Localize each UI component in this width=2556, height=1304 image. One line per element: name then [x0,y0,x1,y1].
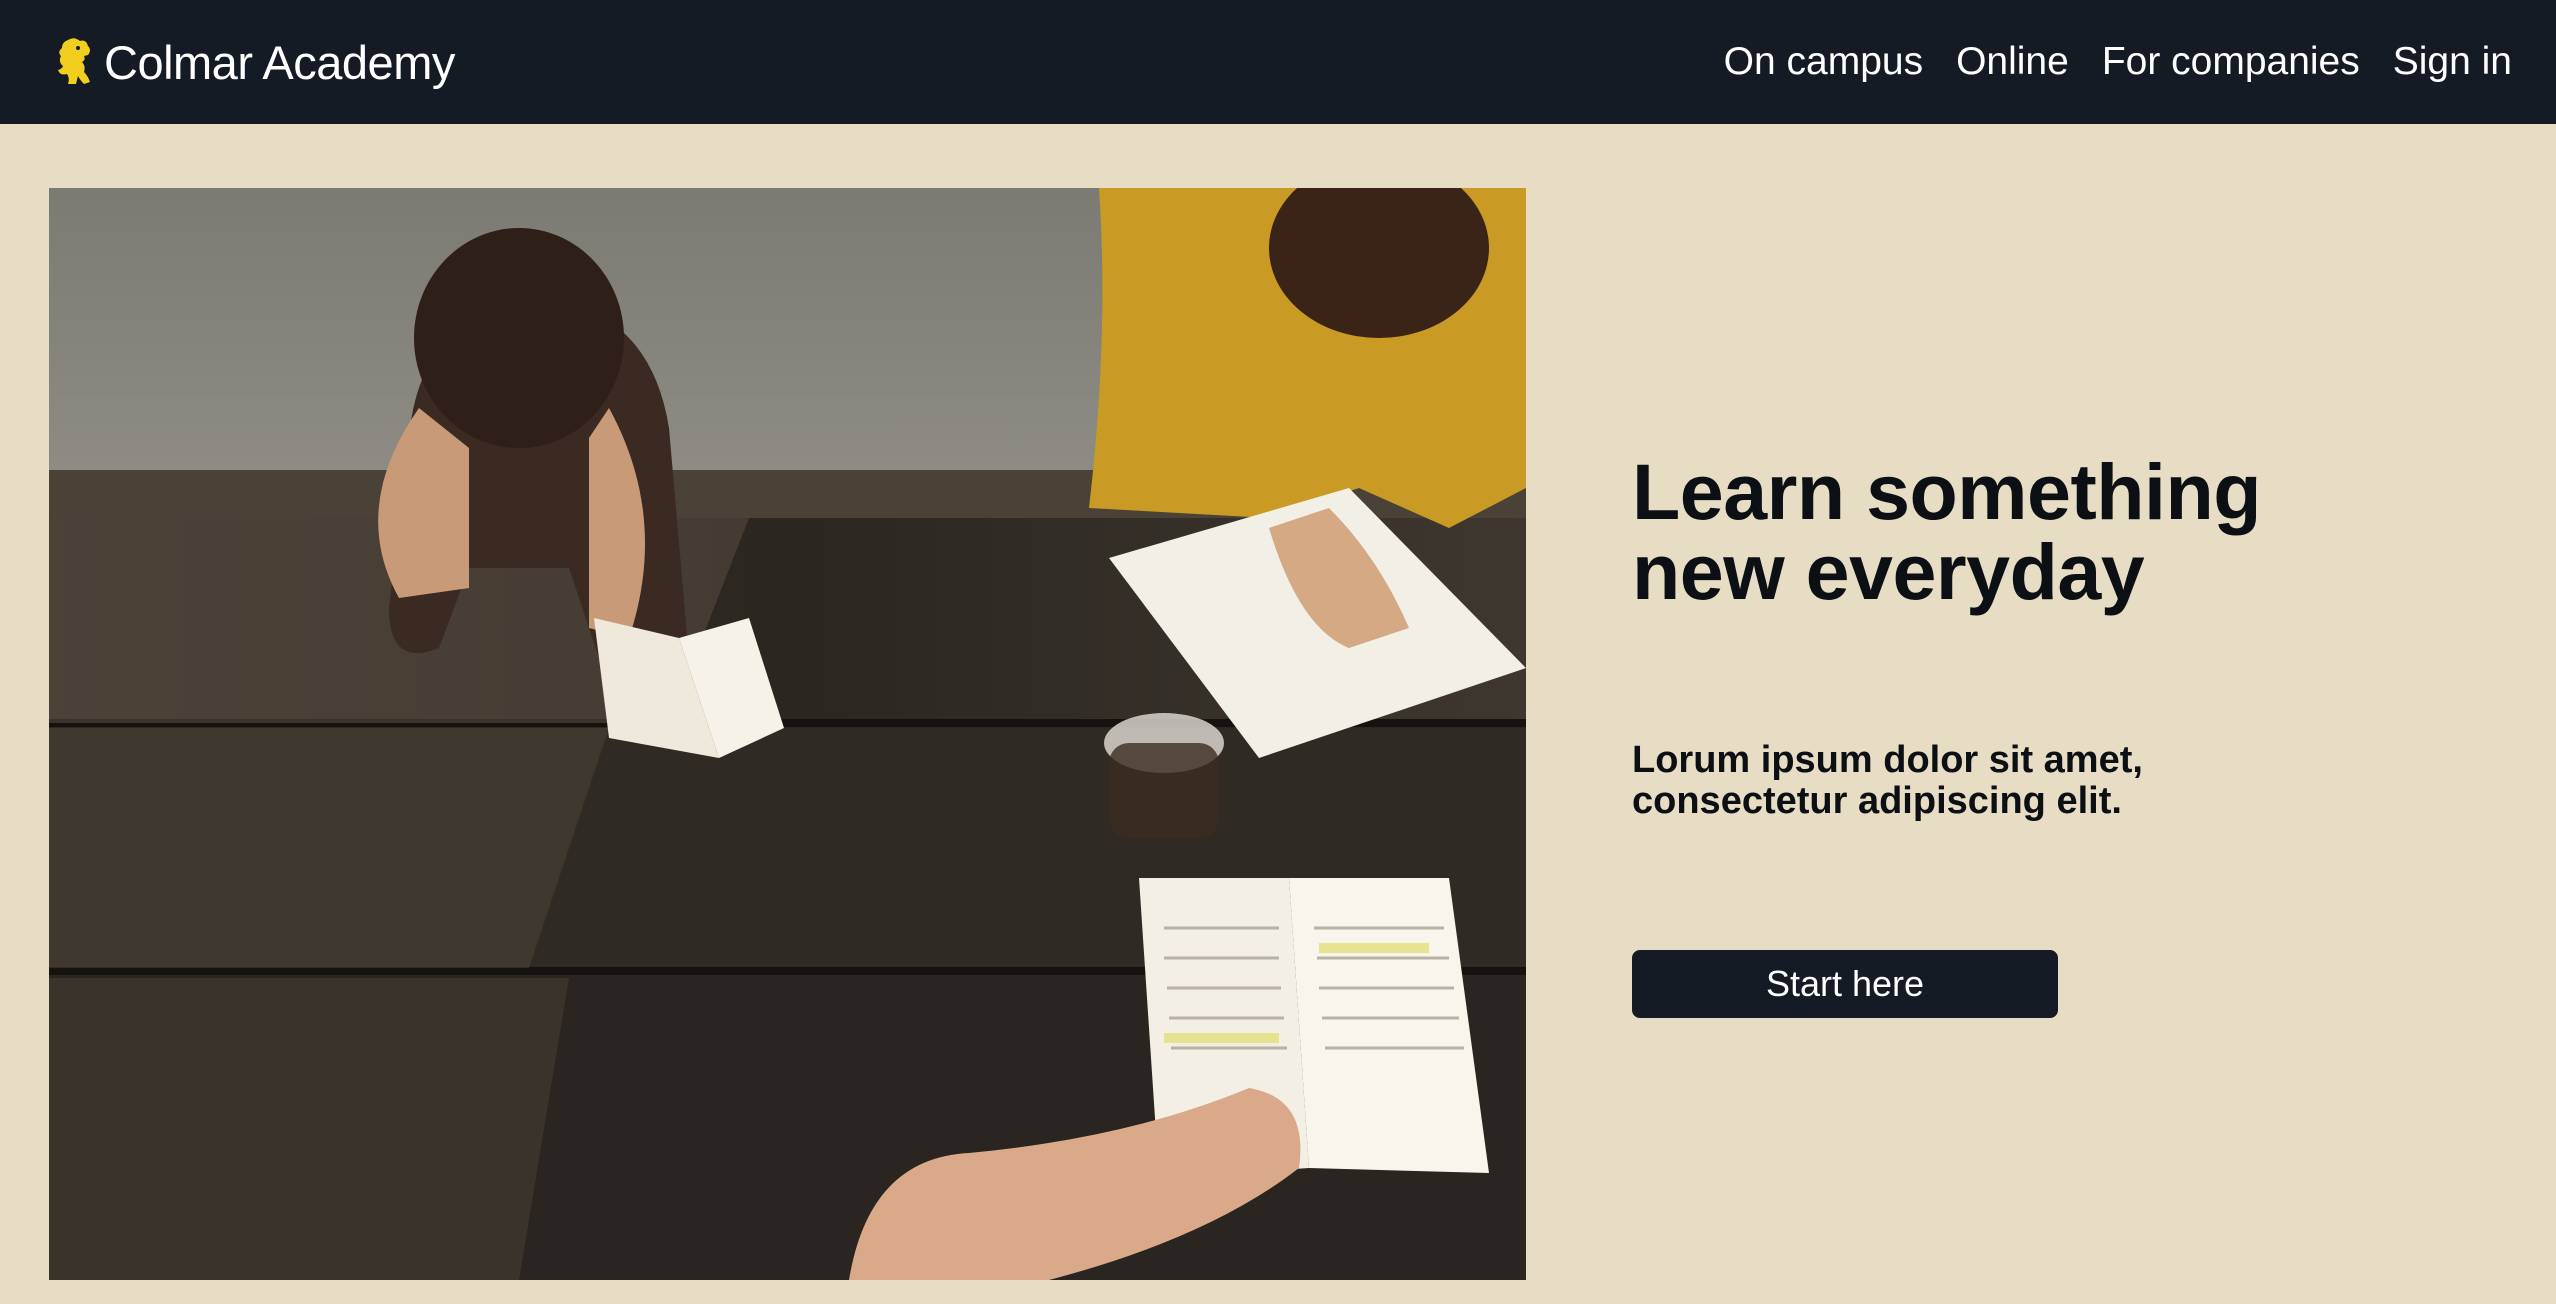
hero-photo-illustration [49,188,1526,1280]
nav-link-online[interactable]: Online [1956,40,2069,84]
hero-subtitle: Lorum ipsum dolor sit amet, consectetur … [1632,740,2452,822]
top-navbar: Colmar Academy On campus Online For comp… [0,0,2556,124]
brand-home-link[interactable]: Colmar Academy [54,35,455,90]
hero-title-line-2: new everyday [1632,527,2145,616]
hero-subtitle-line-2: consectetur adipiscing elit. [1632,780,2122,822]
hero-subtitle-line-1: Lorum ipsum dolor sit amet, [1632,739,2143,781]
start-here-button[interactable]: Start here [1632,950,2058,1018]
nav-link-on-campus[interactable]: On campus [1724,40,1923,84]
hero-image [49,188,1526,1280]
brand-name: Colmar Academy [104,35,455,89]
nav-link-for-companies[interactable]: For companies [2102,40,2360,84]
hero-title: Learn something new everyday [1632,452,2452,612]
hero-title-line-1: Learn something [1632,447,2261,536]
lion-logo-icon [58,38,90,84]
hero-heading-block: Learn something new everyday [1632,452,2452,612]
main-nav: On campus Online For companies Sign in [1724,40,2512,84]
nav-link-sign-in[interactable]: Sign in [2393,40,2512,84]
